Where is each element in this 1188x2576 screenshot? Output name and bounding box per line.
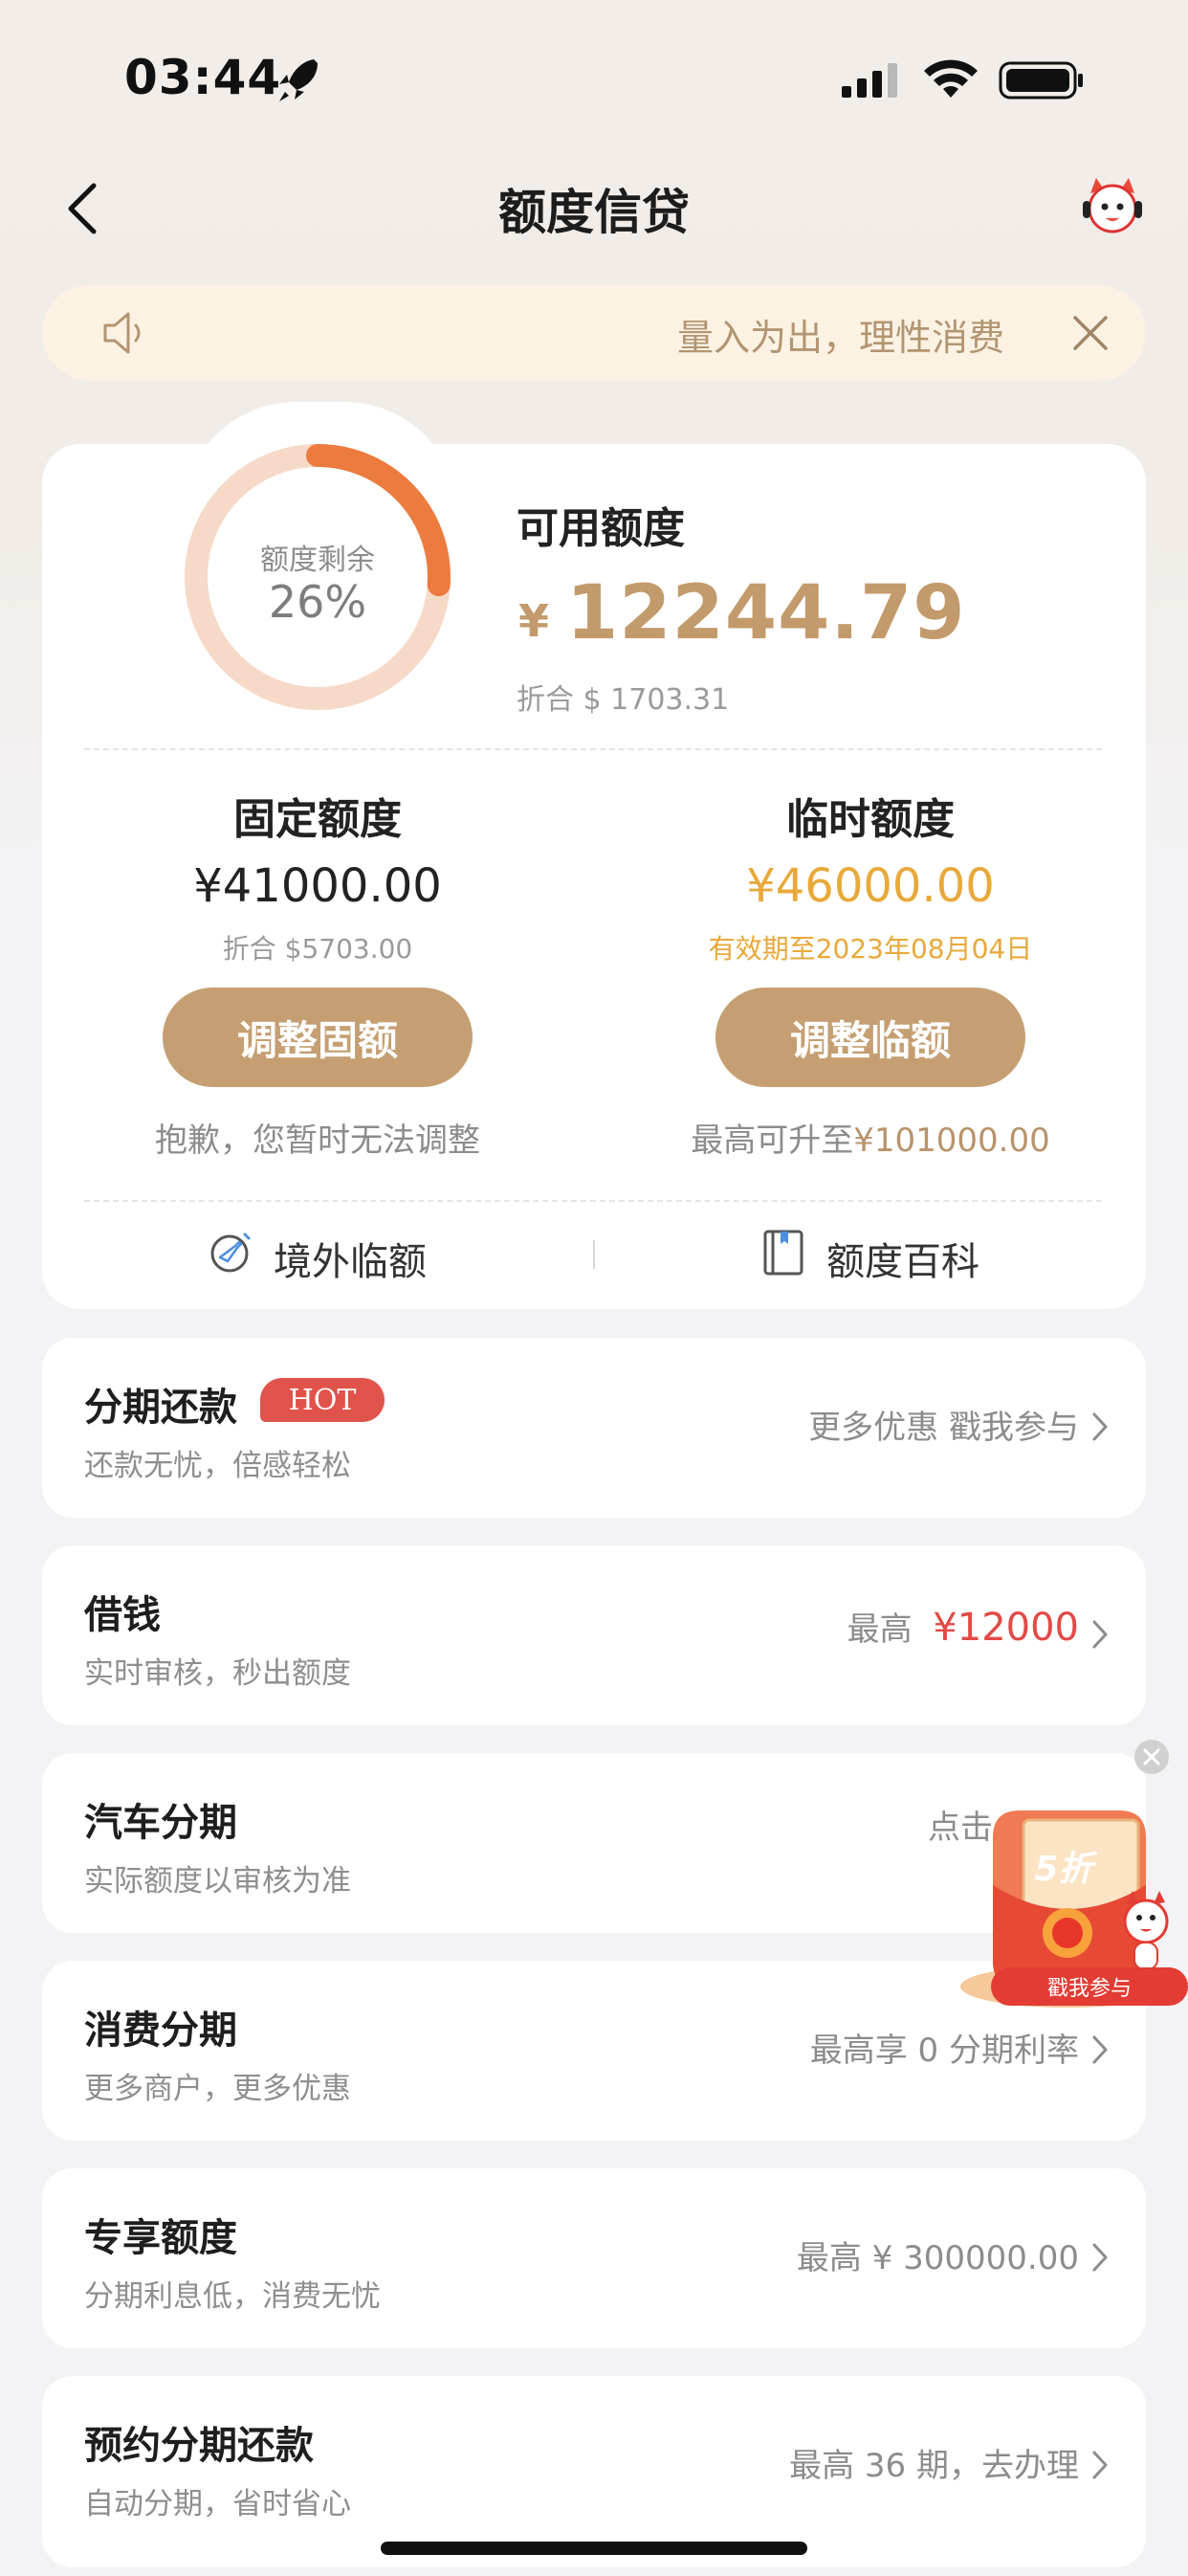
item-subtitle: 还款无忧，倍感轻松	[84, 1449, 351, 1483]
notice-text: 量入为出，理性消费	[677, 317, 1005, 359]
fixed-credit-title: 固定额度	[233, 795, 402, 844]
temporary-note-prefix: 最高可升至	[691, 1121, 854, 1160]
adjust-temporary-button[interactable]: 调整临额	[715, 988, 1025, 1087]
item-title: 借钱	[84, 1593, 161, 1637]
divider	[84, 1200, 1102, 1202]
status-time: 03:44	[124, 50, 282, 105]
close-icon[interactable]	[1069, 312, 1111, 354]
item-subtitle: 实际额度以审核为准	[84, 1864, 351, 1899]
item-right-amount: ¥12000	[933, 1606, 1079, 1650]
item-title: 专享额度	[84, 2216, 237, 2260]
cellular-signal-icon	[842, 63, 897, 98]
home-indicator	[381, 2542, 807, 2555]
customer-service-mascot-icon[interactable]	[1079, 172, 1146, 239]
item-title: 消费分期	[84, 2009, 237, 2053]
chevron-right-icon	[1092, 2035, 1108, 2064]
temporary-note-amount: ¥101000.00	[853, 1121, 1050, 1160]
fixed-credit-note: 抱歉，您暂时无法调整	[155, 1121, 480, 1160]
temporary-credit-note: 最高可升至¥101000.00	[631, 1114, 1110, 1161]
temporary-credit-validity: 有效期至2023年08月04日	[708, 933, 1033, 965]
list-item-scheduled-installment[interactable]: 预约分期还款 自动分期，省时省心 最高 36 期，去办理	[42, 2376, 1146, 2567]
rocket-icon	[279, 59, 318, 101]
overseas-temporary-credit-link[interactable]: 境外临额	[274, 1231, 427, 1286]
chevron-right-icon	[1092, 1620, 1108, 1649]
item-right-text: 最高 36 期，去办理	[789, 2447, 1079, 2485]
item-subtitle: 实时审核，秒出额度	[84, 1656, 351, 1691]
fixed-credit-amount: ¥41000.00	[193, 859, 442, 913]
promo-close-icon[interactable]	[1133, 1738, 1171, 1776]
credit-encyclopedia-link[interactable]: 额度百科	[826, 1231, 979, 1286]
promo-cta-button[interactable]: 戳我参与	[991, 1967, 1188, 2006]
chevron-right-icon	[1092, 2243, 1108, 2272]
book-icon	[763, 1230, 803, 1276]
ring-percentage: 26%	[268, 576, 367, 628]
globe-plane-icon	[210, 1232, 251, 1273]
wifi-icon	[924, 59, 978, 98]
item-title: 汽车分期	[84, 1801, 237, 1845]
item-subtitle: 自动分期，省时省心	[84, 2487, 351, 2521]
item-right-text: 最高享 0 分期利率	[809, 2032, 1079, 2070]
item-right-text: 最高 ¥12000	[847, 1603, 1079, 1650]
available-credit-label: 可用额度	[517, 504, 685, 553]
temporary-credit-title: 临时额度	[786, 795, 955, 844]
available-currency-symbol: ¥	[518, 595, 550, 647]
item-subtitle: 分期利息低，消费无忧	[84, 2279, 381, 2314]
item-right-text: 最高 ¥ 300000.00	[796, 2239, 1079, 2277]
adjust-fixed-button[interactable]: 调整固额	[163, 988, 473, 1087]
list-item-borrow-money[interactable]: 借钱 实时审核，秒出额度 最高 ¥12000	[42, 1545, 1146, 1725]
notice-bar: 量入为出，理性消费	[42, 285, 1146, 381]
speaker-icon	[103, 312, 141, 354]
battery-icon	[999, 61, 1083, 100]
link-separator	[593, 1240, 595, 1269]
chevron-right-icon	[1092, 2451, 1108, 2479]
ring-label: 额度剩余	[260, 544, 375, 577]
item-right-prefix: 最高	[847, 1610, 913, 1649]
fixed-credit-converted: 折合 $5703.00	[222, 933, 413, 965]
divider	[84, 748, 1102, 750]
temporary-credit-amount: ¥46000.00	[746, 859, 995, 913]
list-item-exclusive-credit[interactable]: 专享额度 分期利息低，消费无忧 最高 ¥ 300000.00	[42, 2168, 1146, 2348]
item-right-text: 更多优惠 戳我参与	[808, 1409, 1079, 1447]
hot-badge: HOT	[260, 1378, 385, 1422]
available-credit-amount: 12244.79	[566, 570, 966, 656]
item-title: 分期还款	[84, 1386, 237, 1430]
item-title: 预约分期还款	[84, 2424, 314, 2468]
available-credit-converted: 折合 $ 1703.31	[517, 683, 730, 717]
item-subtitle: 更多商户，更多优惠	[84, 2072, 351, 2106]
list-item-installment-repayment[interactable]: 分期还款 HOT 还款无忧，倍感轻松 更多优惠 戳我参与	[42, 1338, 1146, 1518]
promo-discount: 5折	[1034, 1850, 1093, 1889]
page-title: 额度信贷	[498, 185, 690, 240]
chevron-right-icon	[1092, 1412, 1108, 1441]
